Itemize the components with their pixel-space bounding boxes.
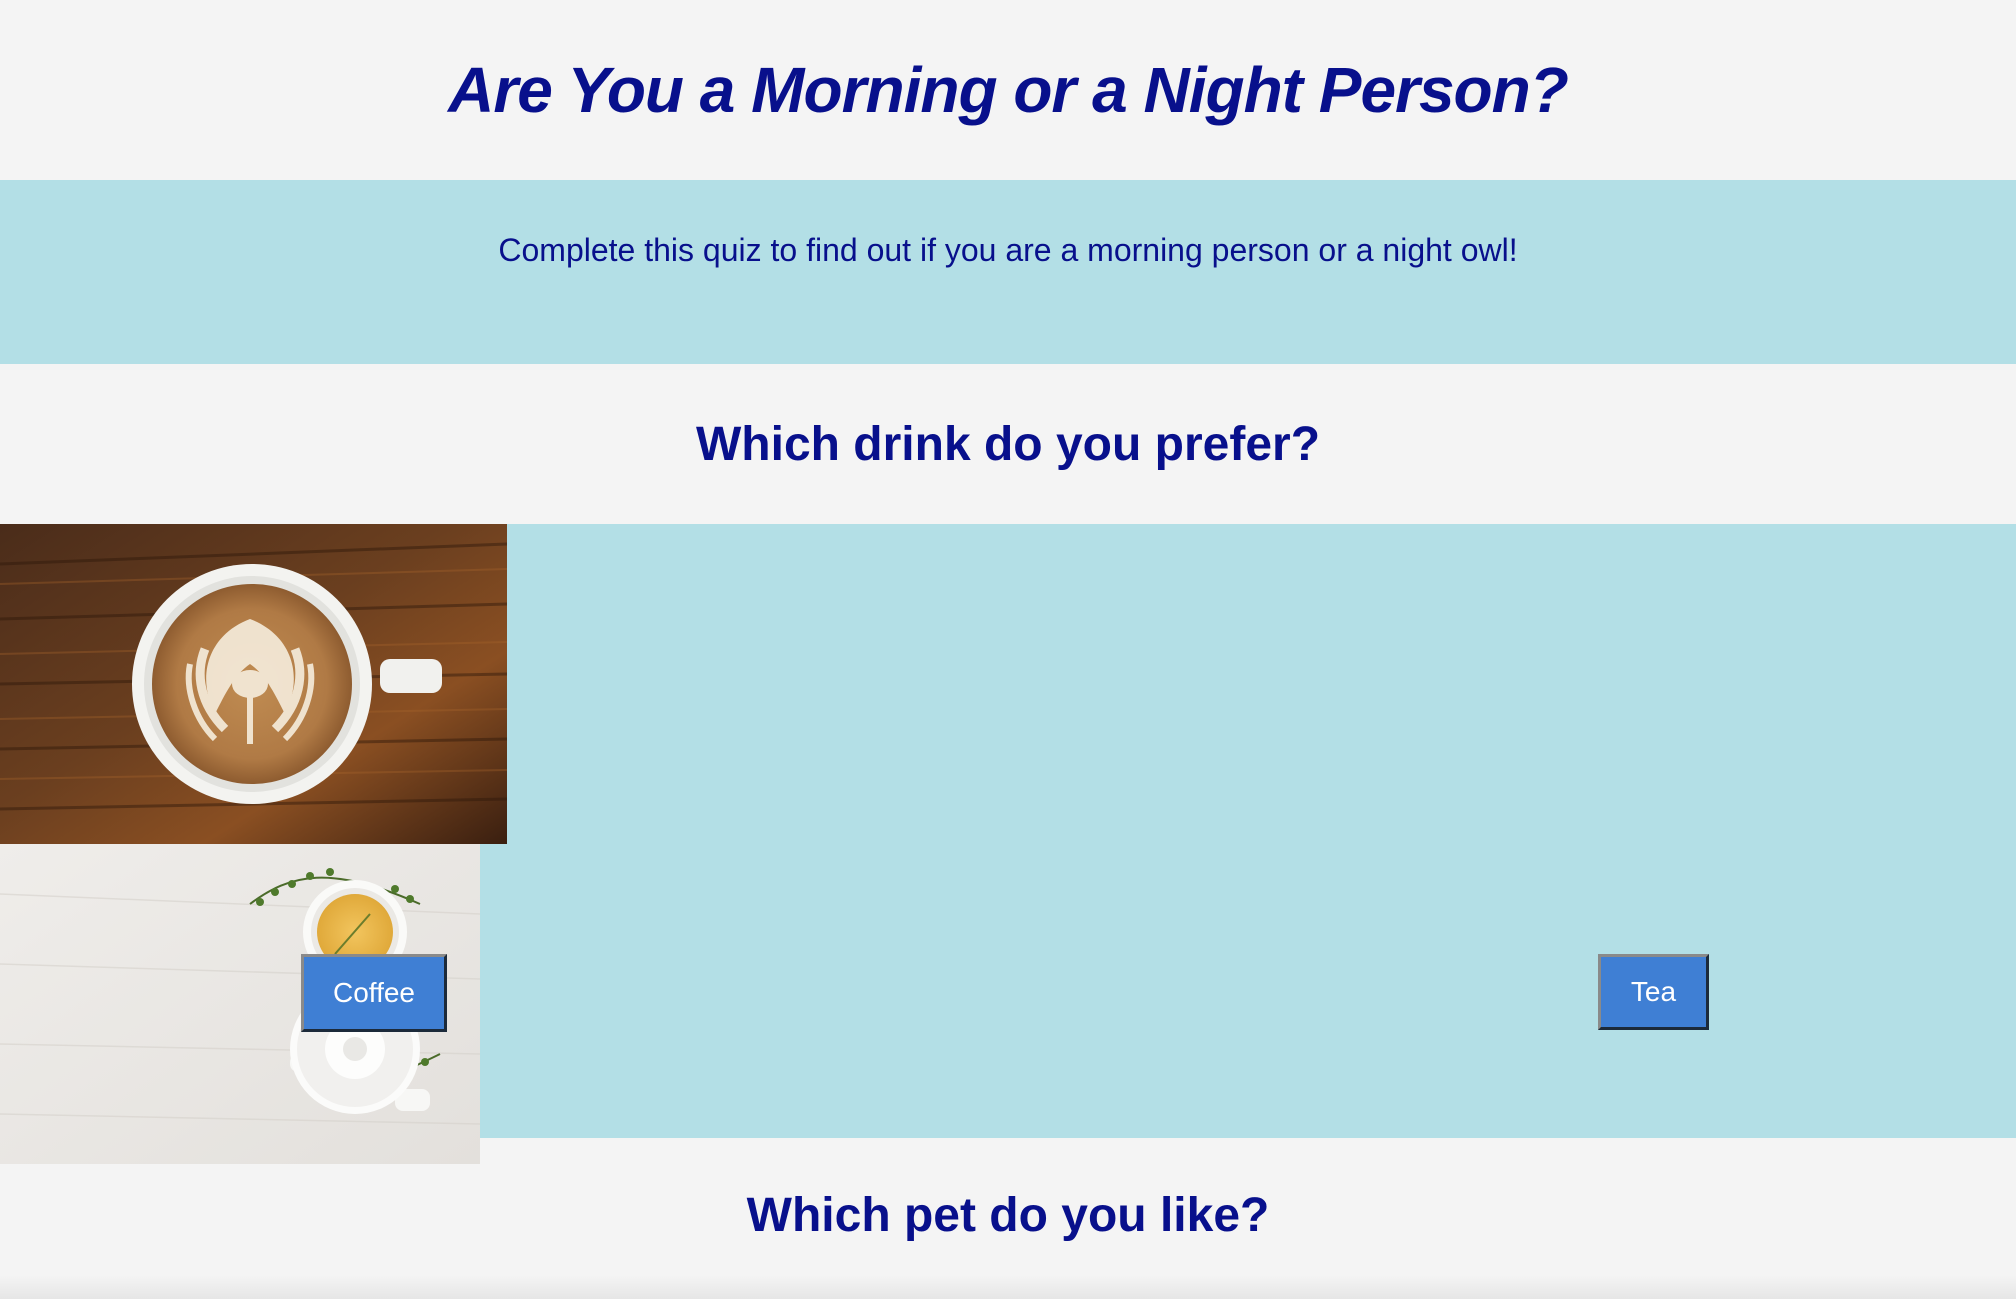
scroll-shadow [0, 1275, 2016, 1299]
coffee-option: Coffee [0, 524, 2016, 1032]
intro-band: Complete this quiz to find out if you ar… [0, 180, 2016, 364]
question-1-title: Which drink do you prefer? [695, 417, 1321, 471]
page-title: Are You a Morning or a Night Person? [448, 54, 1569, 126]
intro-text: Complete this quiz to find out if you ar… [498, 232, 1518, 268]
tea-button[interactable]: Tea [1598, 954, 1709, 1030]
page-header: Are You a Morning or a Night Person? [0, 0, 2016, 180]
question-1-header: Which drink do you prefer? [0, 364, 2016, 524]
coffee-photo-icon [0, 524, 508, 844]
question-1-answers: Coffee Tea [0, 524, 2016, 1164]
coffee-image[interactable] [0, 524, 508, 844]
coffee-button[interactable]: Coffee [301, 954, 447, 1032]
